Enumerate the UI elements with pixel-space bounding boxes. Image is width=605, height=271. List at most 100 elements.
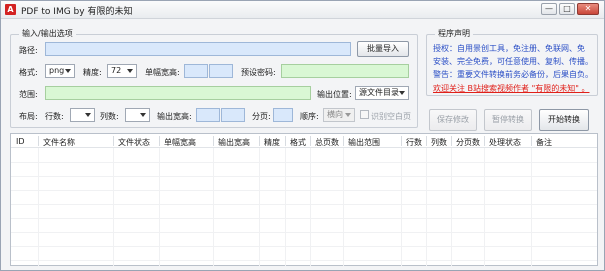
app-window: A PDF to IMG by 有限的未知 — □ ✕ 输入/输出选项 路径: … <box>0 0 605 271</box>
col-output-range[interactable]: 输出范围 <box>348 137 380 148</box>
col-process-status[interactable]: 处理状态 <box>489 137 521 148</box>
output-size-label: 输出宽高: <box>157 112 192 121</box>
col-total-pages[interactable]: 总页数 <box>315 137 339 148</box>
pause-convert-button[interactable]: 暂停转换 <box>484 109 532 131</box>
col-split-count[interactable]: 分页数 <box>456 137 480 148</box>
header-divider <box>285 136 286 146</box>
range-input[interactable] <box>45 86 311 100</box>
grid-column-line <box>310 148 311 266</box>
grid-row-line <box>11 176 597 177</box>
grid-column-line <box>451 148 452 266</box>
program-info-legend: 程序声明 <box>435 28 473 39</box>
license-note: 授权：自用景创工具，免注册、免联网、免 <box>433 44 585 53</box>
title-bar[interactable]: A PDF to IMG by 有限的未知 — □ ✕ <box>1 1 604 19</box>
header-divider <box>113 136 114 146</box>
col-page-size[interactable]: 单幅宽高 <box>164 137 196 148</box>
header-divider <box>531 136 532 146</box>
cols-select[interactable] <box>125 108 150 122</box>
header-divider <box>451 136 452 146</box>
follow-link[interactable]: 欢迎关注 B站搜索视频作者 "有限的未知" 。 <box>433 83 589 94</box>
col-file-status[interactable]: 文件状态 <box>118 137 150 148</box>
header-divider <box>259 136 260 146</box>
path-label: 路径: <box>19 46 38 55</box>
page-width-input[interactable] <box>184 64 208 78</box>
file-table[interactable]: ID 文件名称 文件状态 单幅宽高 输出宽高 精度 格式 总页数 输出范围 行数… <box>10 133 598 266</box>
chevron-down-icon <box>65 69 71 73</box>
detect-blank-label: 识别空白页 <box>371 112 411 121</box>
col-file-name[interactable]: 文件名称 <box>43 137 75 148</box>
start-convert-button[interactable]: 开始转换 <box>539 109 589 131</box>
rows-select[interactable] <box>70 108 95 122</box>
maximize-button[interactable]: □ <box>559 3 575 15</box>
page-size-label: 单幅宽高: <box>145 68 180 77</box>
output-width-input[interactable] <box>196 108 220 122</box>
grid-column-line <box>484 148 485 266</box>
warning-note: 警告：重要文件转换前务必备份，后果自负。 <box>433 70 593 79</box>
header-divider <box>426 136 427 146</box>
range-label: 范围: <box>19 90 38 99</box>
order-select[interactable]: 横向 <box>323 108 355 122</box>
grid-column-line <box>213 148 214 266</box>
io-options-legend: 输入/输出选项 <box>19 28 76 39</box>
grid-column-line <box>426 148 427 266</box>
chevron-down-icon <box>127 69 133 73</box>
header-divider <box>310 136 311 146</box>
precision-select[interactable]: 72 <box>107 64 137 78</box>
chevron-down-icon <box>345 113 351 117</box>
path-input[interactable] <box>45 42 351 56</box>
grid-column-line <box>259 148 260 266</box>
format-select[interactable]: png <box>45 64 75 78</box>
output-location-value: 源文件目录 <box>359 88 399 97</box>
install-note: 安装、完全免费，可任意使用、复制、传播。 <box>433 57 593 66</box>
col-id[interactable]: ID <box>16 137 25 146</box>
col-cols[interactable]: 列数 <box>431 137 447 148</box>
grid-row-line <box>11 260 597 261</box>
cols-label: 列数: <box>100 112 119 121</box>
grid-row-line <box>11 232 597 233</box>
header-divider <box>401 136 402 146</box>
window-title: PDF to IMG by 有限的未知 <box>21 7 133 17</box>
password-input[interactable] <box>281 64 409 78</box>
pdf-icon: A <box>5 4 16 15</box>
output-height-input[interactable] <box>221 108 245 122</box>
col-precision[interactable]: 精度 <box>264 137 280 148</box>
chevron-down-icon <box>399 91 405 95</box>
col-output-size[interactable]: 输出宽高 <box>218 137 250 148</box>
close-button[interactable]: ✕ <box>577 3 599 15</box>
precision-select-value: 72 <box>111 66 122 75</box>
order-label: 顺序: <box>300 112 319 121</box>
grid-column-line <box>531 148 532 266</box>
password-label: 预设密码: <box>241 68 276 77</box>
grid-row-line <box>11 204 597 205</box>
col-format[interactable]: 格式 <box>290 137 306 148</box>
grid-column-line <box>159 148 160 266</box>
col-remark[interactable]: 备注 <box>536 137 552 148</box>
detect-blank-checkbox[interactable] <box>360 110 369 119</box>
header-divider <box>343 136 344 146</box>
header-divider <box>484 136 485 146</box>
split-label: 分页: <box>252 112 271 121</box>
minimize-button[interactable]: — <box>541 3 557 15</box>
table-header: ID 文件名称 文件状态 单幅宽高 输出宽高 精度 格式 总页数 输出范围 行数… <box>11 134 597 148</box>
grid-row-line <box>11 162 597 163</box>
output-location-select[interactable]: 源文件目录 <box>355 86 409 100</box>
chevron-down-icon <box>85 113 91 117</box>
grid-row-line <box>11 190 597 191</box>
grid-column-line <box>401 148 402 266</box>
layout-label: 布局: <box>19 112 38 121</box>
order-select-value: 横向 <box>327 110 343 119</box>
grid-row-line <box>11 218 597 219</box>
grid-column-line <box>113 148 114 266</box>
save-changes-button[interactable]: 保存修改 <box>429 109 477 131</box>
split-input[interactable] <box>273 108 293 122</box>
page-height-input[interactable] <box>209 64 233 78</box>
rows-label: 行数: <box>45 112 64 121</box>
grid-column-line <box>343 148 344 266</box>
grid-column-line <box>285 148 286 266</box>
batch-import-button[interactable]: 批量导入 <box>357 41 409 57</box>
precision-label: 精度: <box>83 68 102 77</box>
col-rows[interactable]: 行数 <box>406 137 422 148</box>
header-divider <box>213 136 214 146</box>
window-controls: — □ ✕ <box>541 3 599 15</box>
format-label: 格式: <box>19 68 38 77</box>
